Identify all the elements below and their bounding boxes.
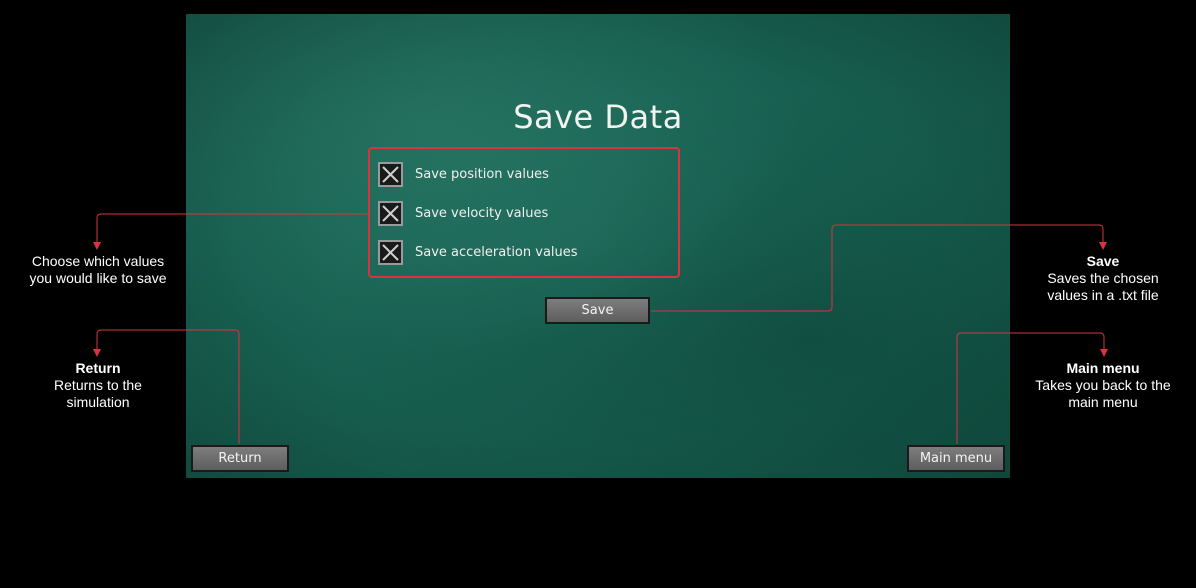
option-position-label: Save position values [415, 166, 549, 182]
return-annotation-line1: Returns to the [54, 377, 142, 393]
acceleration-checkbox[interactable] [378, 239, 403, 265]
main-menu-arrow-icon [1100, 349, 1108, 357]
option-acceleration-label: Save acceleration values [415, 244, 578, 260]
choose-annotation-line2: you would like to save [29, 270, 167, 286]
checkmark-x-icon [382, 204, 399, 222]
return-annotation-line2: simulation [66, 394, 130, 410]
checkmark-x-icon [382, 165, 399, 183]
choose-annotation-line1: Choose which values [31, 253, 165, 269]
option-velocity-label: Save velocity values [415, 205, 549, 221]
option-position[interactable]: Save position values [378, 159, 549, 189]
save-annotation-line1: Saves the chosen [1047, 270, 1159, 286]
option-acceleration[interactable]: Save acceleration values [378, 237, 578, 267]
main-menu-annotation-title: Main menu [1066, 360, 1140, 376]
return-arrow-icon [93, 349, 101, 357]
save-button[interactable]: Save [545, 297, 650, 324]
save-data-screen: Save Data Save position values Save velo… [186, 14, 1010, 478]
return-annotation: Return Returns to the simulation [8, 360, 188, 411]
save-annotation: Save Saves the chosen values in a .txt f… [1013, 253, 1193, 304]
return-button[interactable]: Return [191, 445, 289, 472]
options-group: Save position values Save velocity value… [368, 147, 680, 278]
main-menu-annotation: Main menu Takes you back to the main men… [1013, 360, 1193, 411]
save-annotation-title: Save [1086, 253, 1120, 269]
page-title: Save Data [513, 98, 683, 136]
main-menu-annotation-line2: main menu [1068, 394, 1138, 410]
save-annotation-line2: values in a .txt file [1047, 287, 1159, 303]
main-menu-annotation-line1: Takes you back to the [1035, 377, 1171, 393]
return-annotation-title: Return [75, 360, 121, 376]
position-checkbox[interactable] [378, 161, 403, 187]
main-menu-button[interactable]: Main menu [907, 445, 1005, 472]
option-velocity[interactable]: Save velocity values [378, 198, 548, 228]
choose-annotation: Choose which values you would like to sa… [8, 253, 188, 287]
save-arrow-icon [1099, 242, 1107, 250]
checkmark-x-icon [382, 243, 399, 261]
velocity-checkbox[interactable] [378, 200, 403, 226]
choose-arrow-icon [93, 242, 101, 250]
